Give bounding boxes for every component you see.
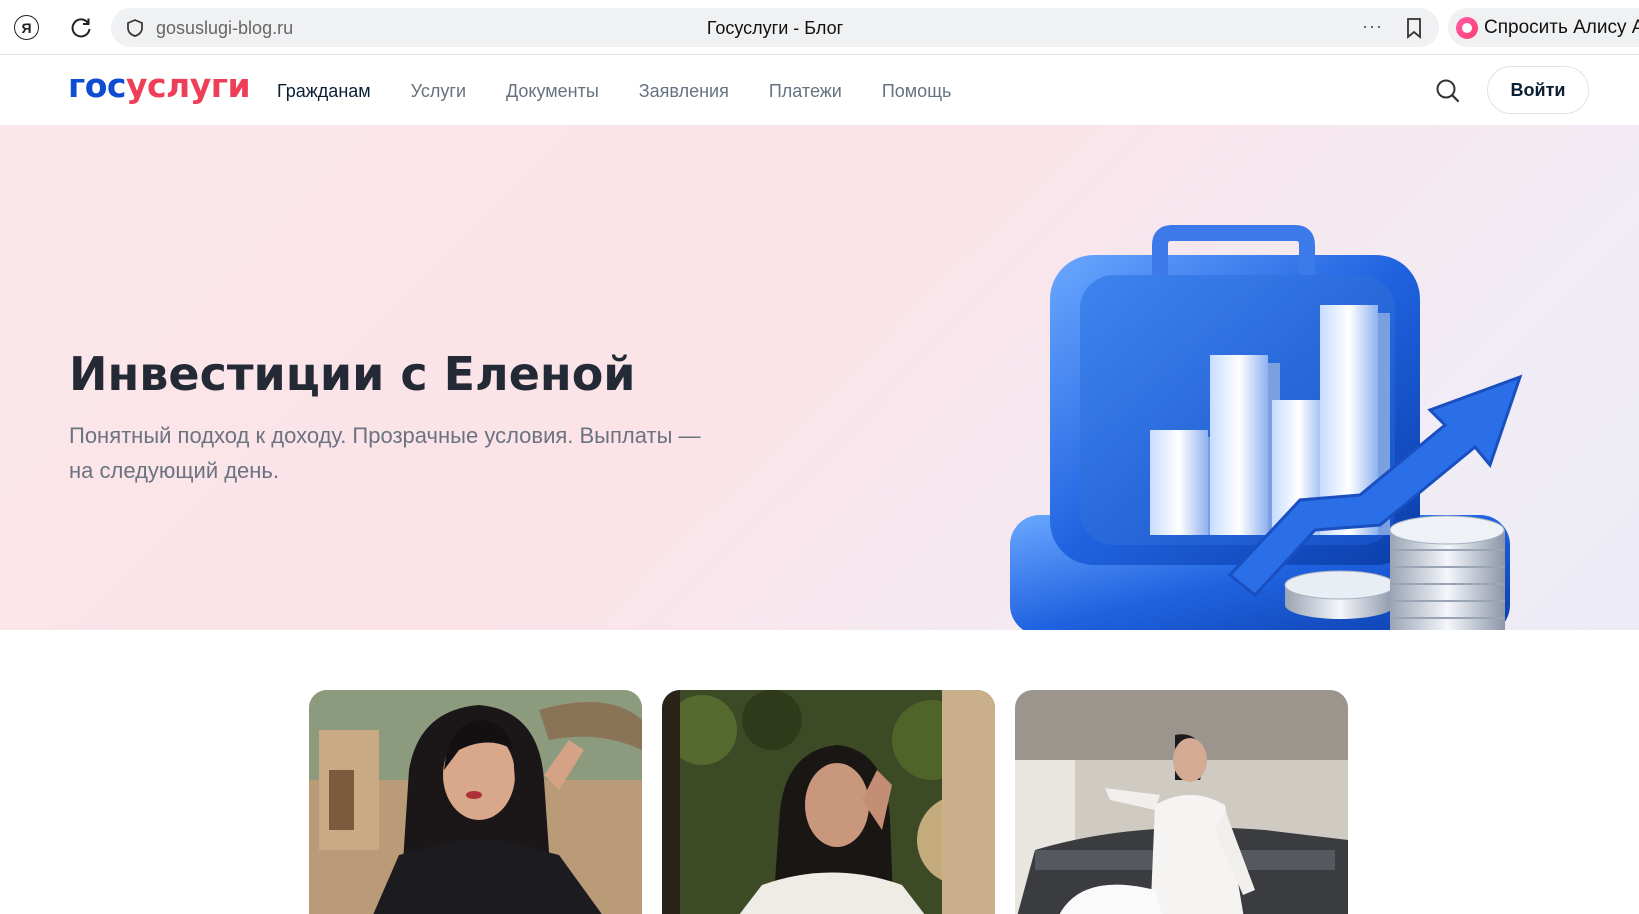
ask-alice-label: Спросить Алису А bbox=[1484, 17, 1639, 38]
browser-toolbar: Я gosuslugi-blog.ru Госуслуги - Блог ···… bbox=[0, 0, 1639, 55]
ask-alice-button[interactable]: Спросить Алису А bbox=[1448, 8, 1639, 47]
gosuslugi-logo[interactable]: госуслуги bbox=[68, 66, 251, 105]
logo-part-gos: гос bbox=[68, 66, 126, 105]
photo-woman-greenery bbox=[662, 690, 995, 914]
login-button[interactable]: Войти bbox=[1487, 66, 1589, 114]
logo-part-uslugi: услуги bbox=[125, 66, 251, 105]
tab-title: Госуслуги - Блог bbox=[706, 18, 844, 38]
photo-woman-outdoor bbox=[309, 690, 642, 914]
more-menu-button[interactable]: ··· bbox=[1362, 16, 1383, 37]
hero-title: Инвестиции с Еленой bbox=[69, 347, 636, 401]
alice-icon bbox=[1456, 17, 1478, 39]
photo-card[interactable] bbox=[662, 690, 995, 914]
coin-stack bbox=[1284, 570, 1396, 619]
photo-card[interactable] bbox=[1015, 690, 1348, 914]
photo-card[interactable] bbox=[309, 690, 642, 914]
nav-item-grazhdanam[interactable]: Гражданам bbox=[277, 81, 371, 102]
nav-item-platezhi[interactable]: Платежи bbox=[769, 81, 842, 102]
main-nav: Гражданам Услуги Документы Заявления Пла… bbox=[277, 81, 991, 102]
hero-banner: Инвестиции с Еленой Понятный подход к до… bbox=[0, 125, 1639, 630]
nav-item-uslugi[interactable]: Услуги bbox=[411, 81, 466, 102]
bookmark-icon[interactable] bbox=[1405, 17, 1423, 39]
address-bar[interactable]: gosuslugi-blog.ru Госуслуги - Блог ··· bbox=[111, 8, 1439, 47]
site-header: госуслуги Гражданам Услуги Документы Зая… bbox=[0, 55, 1639, 125]
coin-stack bbox=[1389, 515, 1505, 630]
nav-item-pomosch[interactable]: Помощь bbox=[882, 81, 952, 102]
reload-icon[interactable] bbox=[68, 15, 94, 41]
nav-item-zayavleniya[interactable]: Заявления bbox=[639, 81, 729, 102]
yandex-icon[interactable]: Я bbox=[14, 15, 39, 40]
photo-cards bbox=[309, 690, 1349, 914]
hero-subtitle: Понятный подход к доходу. Прозрачные усл… bbox=[69, 423, 701, 483]
search-icon[interactable] bbox=[1434, 77, 1462, 105]
nav-item-dokumenty[interactable]: Документы bbox=[506, 81, 599, 102]
photo-woman-car bbox=[1015, 690, 1348, 914]
investment-case-illustration bbox=[1010, 225, 1523, 630]
